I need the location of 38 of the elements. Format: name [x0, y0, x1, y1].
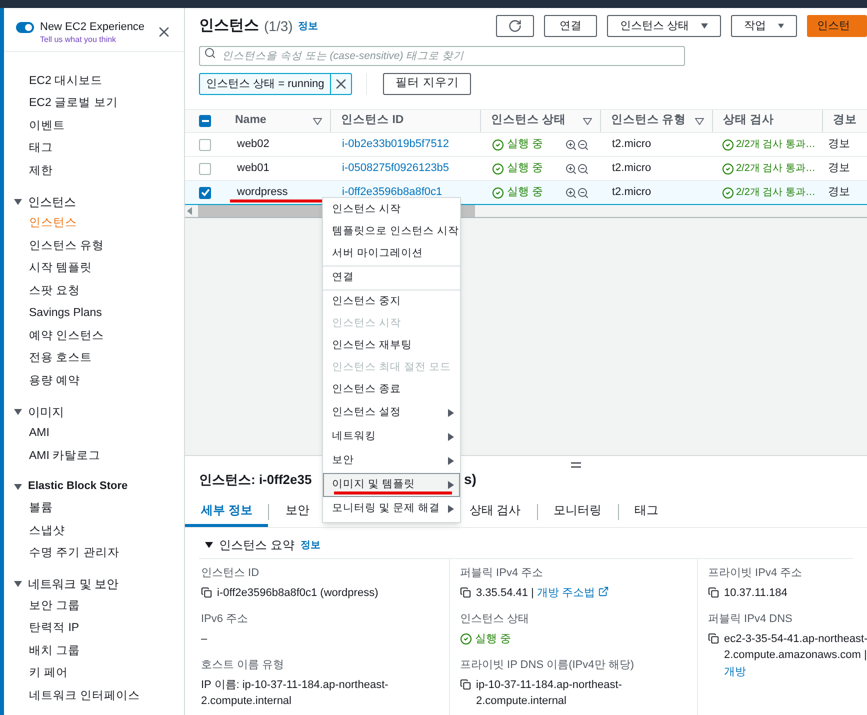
page-title: 인스턴스	[199, 16, 259, 36]
field-value: ec2-3-35-54-41.ap-northeast-2.compute.amazonaws.com | 개방	[724, 632, 867, 680]
separator: |	[864, 649, 867, 661]
field-label: 퍼블릭 IPv4 주소	[460, 566, 544, 581]
table-cell-text: t2.micro	[611, 185, 652, 200]
detail-title: s)	[464, 470, 476, 489]
status-text: 실행 중	[475, 632, 512, 646]
table-cell-text: 경보	[827, 185, 851, 200]
status-text: 2/2개 검사 통과…	[736, 162, 816, 176]
table-cell-text: t2.micro	[611, 161, 652, 176]
status-text: 실행 중	[507, 185, 544, 200]
field-label: 호스트 이름 유형	[201, 658, 286, 673]
status-text: 2/2개 검사 통과…	[736, 138, 816, 152]
status-text: 실행 중	[507, 137, 544, 152]
field-value: 10.37.11.184	[724, 586, 788, 600]
separator: |	[531, 586, 534, 598]
field-value: ip-10-37-11-184.ap-northeast-2.compute.internal	[476, 678, 623, 709]
experience-title: New EC2 Experience	[40, 20, 146, 34]
field-label: 프라이빗 IPv4 주소	[708, 566, 804, 581]
table-cell-text: 경보	[827, 137, 851, 152]
field-value: i-0ff2e3596b8a8f0c1 (wordpress)	[217, 586, 378, 600]
table-cell-text: t2.micro	[611, 137, 652, 152]
status-text: 2/2개 검사 통과…	[736, 186, 816, 200]
table-cell-text: 경보	[827, 161, 851, 176]
detail-title: 인스턴스: i-0ff2e35	[199, 472, 312, 486]
field-label: 프라이빗 IP DNS 이름(IPv4만 해당)	[460, 658, 635, 673]
field-value: IP 이름: ip-10-37-11-184.ap-northeast-2.compute.internal	[201, 678, 390, 709]
table-cell: web02	[237, 138, 270, 150]
status-text: 실행 중	[507, 161, 544, 176]
table-cell: web01	[237, 162, 270, 174]
instance-count: (1/3)	[264, 16, 293, 36]
field-value: 3.35.54.41 | 개방 주소법	[476, 584, 609, 601]
field-value: –	[201, 632, 208, 646]
field-label: IPv6 주소	[201, 612, 250, 627]
table-cell: wordpress	[237, 186, 288, 198]
field-label: 인스턴스 ID	[201, 566, 260, 581]
field-label: 인스턴스 상태	[460, 612, 530, 627]
field-label: 퍼블릭 IPv4 DNS	[708, 612, 794, 627]
